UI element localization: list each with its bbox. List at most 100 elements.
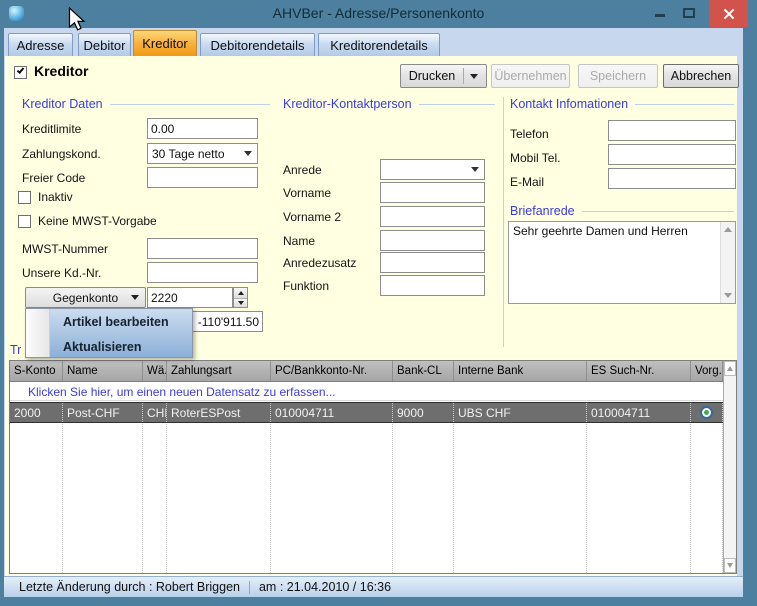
mobil-input[interactable] xyxy=(608,144,736,165)
vorname2-input[interactable] xyxy=(380,206,485,227)
group-header-line xyxy=(582,211,734,212)
cell-interne-bank: UBS CHF xyxy=(454,403,587,422)
vorname-label: Vorname xyxy=(283,186,331,200)
scroll-up-icon xyxy=(727,366,733,371)
mobil-label: Mobil Tel. xyxy=(510,151,560,165)
tab-debitor[interactable]: Debitor xyxy=(78,33,131,56)
column-header-bank-cl[interactable]: Bank-CL xyxy=(393,361,454,381)
chevron-down-icon xyxy=(470,74,478,79)
inaktiv-checkbox[interactable] xyxy=(18,191,31,204)
zahlungskond-select[interactable]: 30 Tage netto xyxy=(147,143,258,164)
column-header-vorg[interactable]: Vorg.. xyxy=(691,361,723,381)
inaktiv-label: Inaktiv xyxy=(38,190,73,204)
anrede-label: Anrede xyxy=(283,163,322,177)
chevron-down-icon xyxy=(244,151,252,156)
tab-kreditorendetails[interactable]: Kreditorendetails xyxy=(318,33,440,56)
gegenkonto-spinner[interactable] xyxy=(233,287,248,308)
anredezusatz-input[interactable] xyxy=(380,252,485,273)
briefanrede-textarea[interactable]: Sehr geehrte Damen und Herren xyxy=(508,221,736,304)
cell-waehrung: CHF xyxy=(143,403,167,422)
menu-item-artikel-bearbeiten[interactable]: Artikel bearbeiten xyxy=(51,309,192,334)
empty-column xyxy=(167,424,271,573)
empty-column xyxy=(10,424,63,573)
empty-column xyxy=(691,424,723,573)
mwst-nummer-input[interactable] xyxy=(147,238,258,259)
group-header-line xyxy=(635,104,734,105)
scrollbar-up-button[interactable] xyxy=(724,361,736,376)
status-divider xyxy=(249,581,250,594)
close-button[interactable] xyxy=(709,0,748,27)
menu-item-aktualisieren[interactable]: Aktualisieren xyxy=(51,334,192,359)
kreditor-checkbox[interactable] xyxy=(14,66,27,79)
table-vertical-scrollbar[interactable] xyxy=(723,361,736,573)
inaktiv-checkbox-row[interactable]: Inaktiv xyxy=(18,190,73,204)
kreditor-daten-group-header: Kreditor Daten xyxy=(22,97,270,111)
spinner-down-button[interactable] xyxy=(234,298,247,308)
kreditor-tab-page: Kreditor Drucken Übernehmen Speichern Ab… xyxy=(5,56,737,576)
table-row-selected[interactable]: 2000 Post-CHF CHF RoterESPost 010004711 … xyxy=(10,402,723,423)
telefon-input[interactable] xyxy=(608,120,736,141)
spinner-up-button[interactable] xyxy=(234,288,247,298)
table-empty-area xyxy=(10,424,723,573)
group-header-line xyxy=(110,104,270,105)
cell-bank-cl: 9000 xyxy=(393,403,454,422)
cell-s-konto: 2000 xyxy=(10,403,63,422)
textarea-scrollbar[interactable] xyxy=(720,222,735,303)
column-header-zahlungsart[interactable]: Zahlungsart xyxy=(167,361,271,381)
tab-kreditor[interactable]: Kreditor xyxy=(133,30,197,56)
zahlungskond-label: Zahlungskond. xyxy=(22,147,101,161)
empty-column xyxy=(63,424,143,573)
name-label: Name xyxy=(283,234,315,248)
gegenkonto-dropdown-button[interactable]: Gegenkonto xyxy=(25,287,146,308)
gegenkonto-input[interactable] xyxy=(147,287,233,308)
abbrechen-button[interactable]: Abbrechen xyxy=(663,64,739,88)
funktion-input[interactable] xyxy=(380,275,485,296)
speichern-button[interactable]: Speichern xyxy=(578,64,658,88)
scrollbar-down-button[interactable] xyxy=(724,558,736,573)
keine-mwst-checkbox-row[interactable]: Keine MWST-Vorgabe xyxy=(18,214,157,228)
column-header-interne-bank[interactable]: Interne Bank xyxy=(454,361,587,381)
status-last-change: Letzte Änderung durch : Robert Briggen xyxy=(19,580,240,594)
cell-es-such-nr: 010004711 xyxy=(587,403,691,422)
empty-column xyxy=(587,424,691,573)
freier-code-input[interactable] xyxy=(147,167,258,188)
kontakt-informationen-title: Kontakt Infomationen xyxy=(510,97,628,111)
chevron-down-icon xyxy=(471,167,479,172)
column-header-s-konto[interactable]: S-Konto xyxy=(10,361,63,381)
vorname-input[interactable] xyxy=(380,182,485,203)
kreditlimite-label: Kreditlimite xyxy=(22,122,81,136)
email-input[interactable] xyxy=(608,168,736,189)
keine-mwst-checkbox[interactable] xyxy=(18,215,31,228)
cell-vorg xyxy=(691,403,723,422)
briefanrede-text: Sehr geehrte Damen und Herren xyxy=(513,224,717,238)
keine-mwst-label: Keine MWST-Vorgabe xyxy=(38,214,157,228)
drucken-button[interactable]: Drucken xyxy=(400,64,487,88)
column-header-name[interactable]: Name xyxy=(63,361,143,381)
unsere-kdnr-input[interactable] xyxy=(147,262,258,283)
minimize-button[interactable] xyxy=(655,14,665,17)
bank-accounts-table: S-Konto Name Wä.. Zahlungsart PC/Bankkon… xyxy=(9,360,737,574)
column-header-pc-bankkonto[interactable]: PC/Bankkonto-Nr. xyxy=(271,361,393,381)
column-header-waehrung[interactable]: Wä.. xyxy=(143,361,167,381)
column-header-es-such-nr[interactable]: ES Such-Nr. xyxy=(587,361,691,381)
cell-name: Post-CHF xyxy=(63,403,143,422)
drucken-button-label: Drucken xyxy=(409,69,456,83)
unsere-kdnr-label: Unsere Kd.-Nr. xyxy=(22,266,101,280)
kreditlimite-input[interactable] xyxy=(147,118,258,139)
empty-column xyxy=(271,424,393,573)
maximize-button[interactable] xyxy=(683,8,695,18)
uebernehmen-button[interactable]: Übernehmen xyxy=(491,64,570,88)
kreditor-checkbox-label: Kreditor xyxy=(34,63,88,79)
green-dot xyxy=(704,410,709,415)
kreditor-daten-title: Kreditor Daten xyxy=(22,97,103,111)
anredezusatz-label: Anredezusatz xyxy=(283,256,356,270)
arrow-down-icon xyxy=(238,301,244,305)
name-input[interactable] xyxy=(380,230,485,251)
kontaktperson-title: Kreditor-Kontaktperson xyxy=(283,97,412,111)
cell-zahlungsart: RoterESPost xyxy=(167,403,271,422)
telefon-label: Telefon xyxy=(510,127,549,141)
tab-debitorendetails[interactable]: Debitorendetails xyxy=(200,33,315,56)
new-record-row[interactable]: Klicken Sie hier, um einen neuen Datensa… xyxy=(10,383,723,401)
tab-adresse[interactable]: Adresse xyxy=(8,33,73,56)
anrede-select[interactable] xyxy=(380,159,485,180)
